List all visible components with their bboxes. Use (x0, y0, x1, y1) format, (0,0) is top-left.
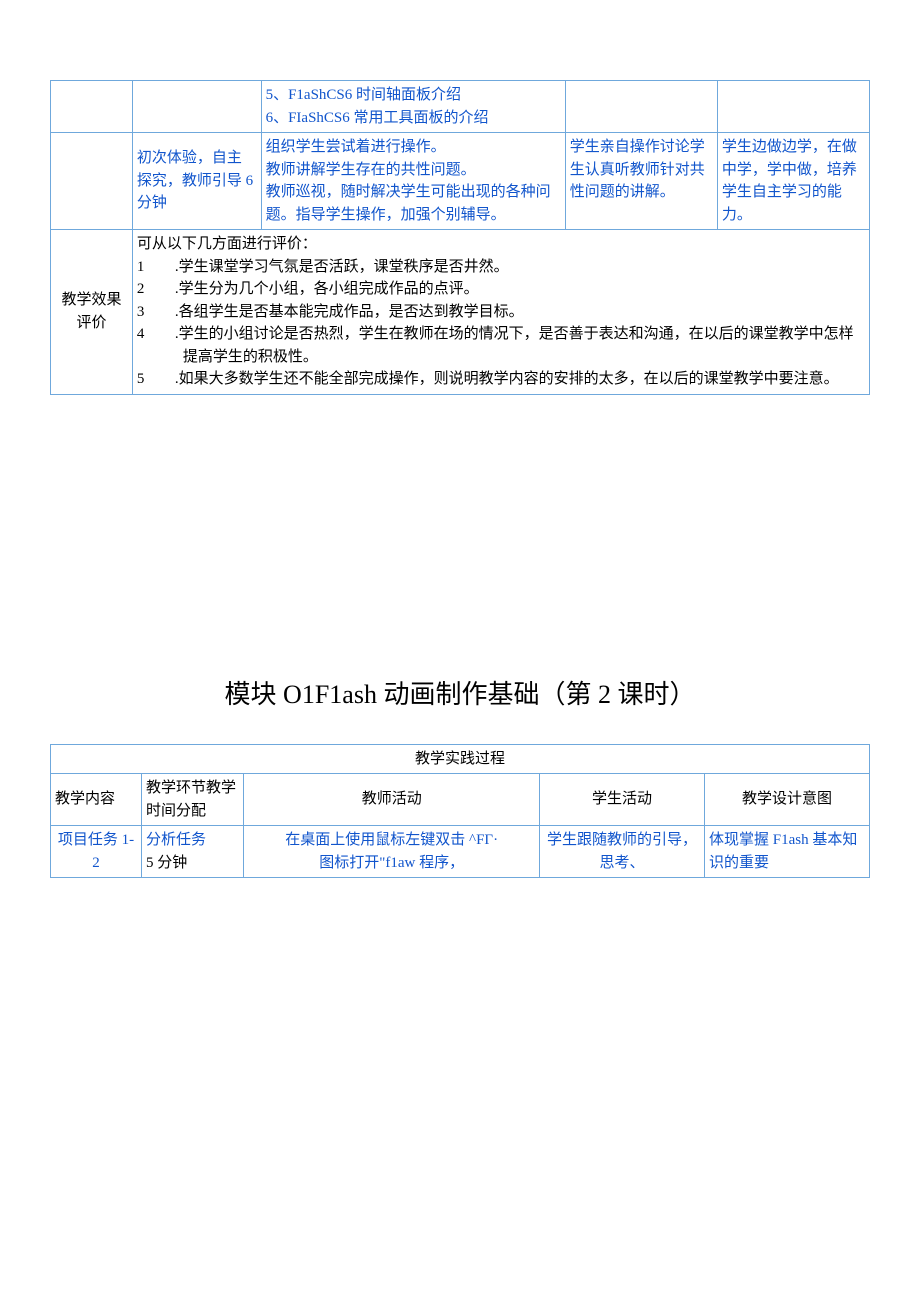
table-row: 教学内容 教学环节教学时间分配 教师活动 学生活动 教学设计意图 (51, 774, 870, 826)
col-header: 学生活动 (540, 774, 705, 826)
text-line: 5、F1aShCS6 时间轴面板介绍 (266, 84, 561, 107)
list-item: 1 .学生课堂学习气氛是否活跃，课堂秩序是否井然。 (137, 256, 865, 279)
cell-empty (51, 133, 133, 230)
col-header: 教学环节教学时间分配 (141, 774, 243, 826)
cell-teacher-activity: 在桌面上使用鼠标左键双击 ^FΓ· 图标打开"f1aw 程序， (244, 826, 540, 878)
text-line: 教师讲解学生存在的共性问题。 (266, 159, 561, 182)
text-line: 组织学生尝试着进行操作。 (266, 136, 561, 159)
cell-design-intent: 体现掌握 F1ash 基本知识的重要 (705, 826, 870, 878)
list-text: .各组学生是否基本能完成作品，是否达到教学目标。 (155, 301, 865, 324)
list-text: .学生的小组讨论是否热烈，学生在教师在场的情况下，是否善于表达和沟通，在以后的课… (155, 323, 865, 368)
text-line: 教师巡视，随时解决学生可能出现的各种问题。指导学生操作，加强个别辅导。 (266, 181, 561, 226)
cell-empty (717, 81, 869, 133)
teaching-table-2: 教学实践过程 教学内容 教学环节教学时间分配 教师活动 学生活动 教学设计意图 … (50, 744, 870, 879)
table-row: 项目任务 1-2 分析任务 5 分钟 在桌面上使用鼠标左键双击 ^FΓ· 图标打… (51, 826, 870, 878)
table-row: 教学实践过程 (51, 744, 870, 774)
col-header: 教学内容 (51, 774, 142, 826)
evaluation-intro: 可从以下几方面进行评价： (137, 233, 865, 256)
list-number: 3 (137, 301, 155, 324)
table-row: 教学效果评价 可从以下几方面进行评价： 1 .学生课堂学习气氛是否活跃，课堂秩序… (51, 230, 870, 395)
list-number: 1 (137, 256, 155, 279)
list-item: 5 .如果大多数学生还不能全部完成操作，则说明教学内容的安排的太多，在以后的课堂… (137, 368, 865, 391)
list-item: 3 .各组学生是否基本能完成作品，是否达到教学目标。 (137, 301, 865, 324)
cell-phase: 分析任务 5 分钟 (141, 826, 243, 878)
cell-empty (51, 81, 133, 133)
cell-evaluation-content: 可从以下几方面进行评价： 1 .学生课堂学习气氛是否活跃，课堂秩序是否井然。 2… (132, 230, 869, 395)
text-line: 6、FIaShCS6 常用工具面板的介绍 (266, 107, 561, 130)
text-line: 图标打开"f1aw 程序， (248, 852, 535, 875)
cell-design-intent: 学生边做边学，在做中学，学中做，培养学生自主学习的能力。 (717, 133, 869, 230)
cell-empty (132, 81, 261, 133)
text-line: 分析任务 (146, 832, 206, 848)
text-line: 5 分钟 (146, 855, 187, 871)
cell-student-activity: 学生跟随教师的引导，思考、 (540, 826, 705, 878)
list-text: .学生课堂学习气氛是否活跃，课堂秩序是否井然。 (155, 256, 865, 279)
list-number: 5 (137, 368, 155, 391)
table-row: 初次体验，自主探究，教师引导 6 分钟 组织学生尝试着进行操作。 教师讲解学生存… (51, 133, 870, 230)
cell-content: 项目任务 1-2 (51, 826, 142, 878)
table-row: 5、F1aShCS6 时间轴面板介绍 6、FIaShCS6 常用工具面板的介绍 (51, 81, 870, 133)
cell-empty (565, 81, 717, 133)
list-number: 4 (137, 323, 155, 368)
cell-phase: 初次体验，自主探究，教师引导 6 分钟 (132, 133, 261, 230)
cell-teacher-activity: 5、F1aShCS6 时间轴面板介绍 6、FIaShCS6 常用工具面板的介绍 (261, 81, 565, 133)
col-header: 教师活动 (244, 774, 540, 826)
table-header: 教学实践过程 (51, 744, 870, 774)
cell-teacher-activity: 组织学生尝试着进行操作。 教师讲解学生存在的共性问题。 教师巡视，随时解决学生可… (261, 133, 565, 230)
cell-student-activity: 学生亲自操作讨论学生认真听教师针对共性问题的讲解。 (565, 133, 717, 230)
text-line: 在桌面上使用鼠标左键双击 ^FΓ· (248, 829, 535, 852)
cell-evaluation-label: 教学效果评价 (51, 230, 133, 395)
teaching-table-1: 5、F1aShCS6 时间轴面板介绍 6、FIaShCS6 常用工具面板的介绍 … (50, 80, 870, 395)
list-item: 2 .学生分为几个小组，各小组完成作品的点评。 (137, 278, 865, 301)
section-title: 模块 O1F1ash 动画制作基础（第 2 课时） (50, 675, 870, 714)
list-item: 4 .学生的小组讨论是否热烈，学生在教师在场的情况下，是否善于表达和沟通，在以后… (137, 323, 865, 368)
list-text: .学生分为几个小组，各小组完成作品的点评。 (155, 278, 865, 301)
list-number: 2 (137, 278, 155, 301)
col-header: 教学设计意图 (705, 774, 870, 826)
list-text: .如果大多数学生还不能全部完成操作，则说明教学内容的安排的太多，在以后的课堂教学… (155, 368, 865, 391)
